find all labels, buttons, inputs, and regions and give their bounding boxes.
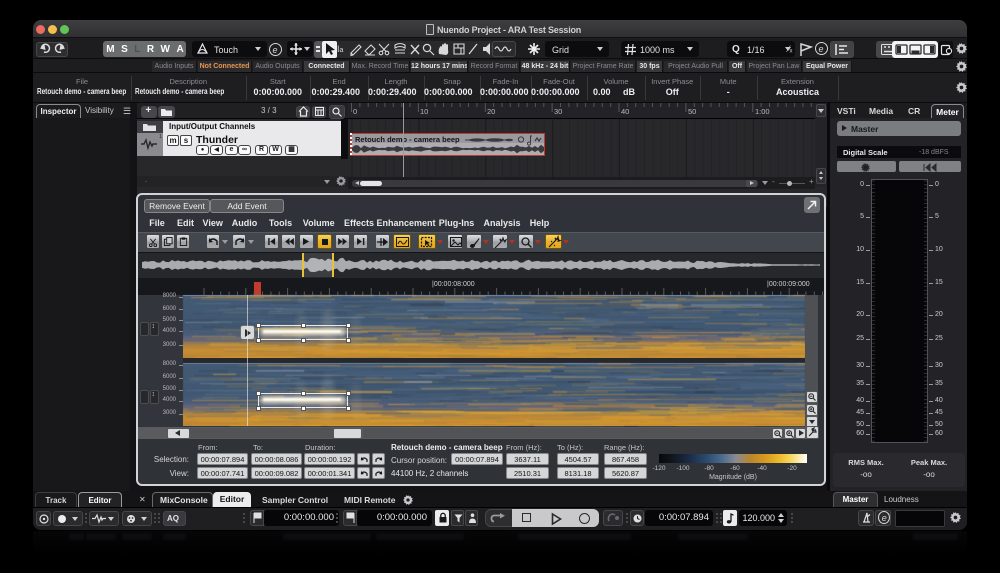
svg-text:Ia: Ia [337,44,344,54]
